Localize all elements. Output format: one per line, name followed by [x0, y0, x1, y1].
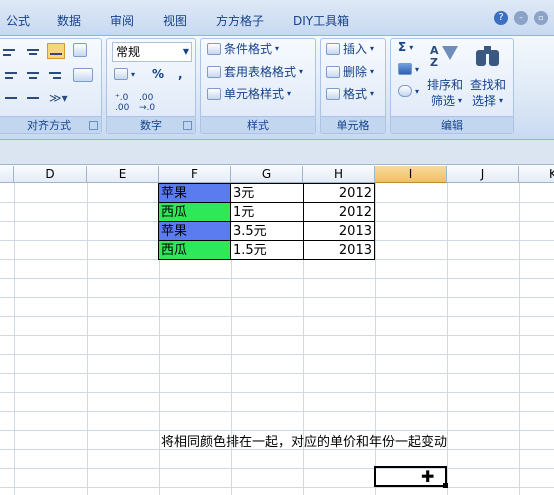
fill-down-icon	[398, 63, 412, 75]
conditional-format-label: 条件格式	[224, 42, 273, 56]
cell-fruit[interactable]: 西瓜	[158, 240, 231, 260]
column-header-k[interactable]: K	[519, 166, 554, 183]
comma-label: ,	[178, 67, 183, 81]
active-cell-selection[interactable]	[374, 466, 447, 487]
tab-fangfange[interactable]: 方方格子	[216, 12, 264, 29]
number-launcher-icon[interactable]	[183, 121, 192, 130]
wrap-text-icon[interactable]: ≫▾	[49, 91, 68, 105]
binoculars-icon[interactable]	[475, 44, 501, 68]
cell-year[interactable]: 2013	[303, 221, 375, 241]
instruction-note: 将相同颜色排在一起，对应的单价和年份一起变动	[161, 435, 448, 450]
sort-filter-label-1[interactable]: 排序和	[427, 76, 463, 93]
cell-price[interactable]: 1.5元	[230, 240, 304, 260]
insert-icon	[326, 42, 340, 55]
restore-icon[interactable]: ▫	[534, 11, 548, 25]
cell-year[interactable]: 2013	[303, 240, 375, 260]
cell-price[interactable]: 3元	[230, 183, 304, 203]
format-as-table-button[interactable]: 套用表格格式 ▾	[207, 63, 303, 80]
editing-group-label: 编辑	[391, 116, 513, 133]
table-icon	[207, 65, 221, 78]
format-button[interactable]: 格式 ▾	[326, 85, 374, 102]
format-icon	[326, 87, 340, 100]
sort-filter-label-2: 筛选	[431, 94, 456, 108]
cell-fruit[interactable]: 苹果	[158, 221, 231, 241]
alignment-group-label: 对齐方式	[0, 116, 101, 133]
cells-group-label: 单元格	[321, 116, 385, 133]
column-header-f[interactable]: F	[159, 166, 231, 183]
number-format-select[interactable]: 常规 ▼	[112, 42, 192, 62]
sort-filter-icon[interactable]: A Z	[430, 42, 460, 72]
column-header-h[interactable]: H	[303, 166, 375, 183]
number-group-label: 数字	[107, 116, 195, 133]
increase-decimal-button[interactable]: ⁺.0.00	[115, 93, 129, 113]
currency-icon	[114, 68, 128, 80]
format-label: 格式	[343, 87, 368, 101]
comma-button[interactable]: ,	[178, 67, 183, 81]
insert-button[interactable]: 插入 ▾	[326, 40, 374, 57]
percent-button[interactable]: %	[152, 67, 164, 81]
merge-center-icon[interactable]	[73, 68, 93, 82]
autosum-button[interactable]: Σ ▾	[398, 40, 413, 54]
find-select-label-1[interactable]: 查找和	[470, 76, 506, 93]
cell-year[interactable]: 2012	[303, 202, 375, 222]
eraser-icon	[398, 85, 412, 97]
cursor-cross-icon: ✚	[421, 467, 435, 486]
cell-styles-icon	[207, 87, 221, 100]
insert-label: 插入	[343, 42, 368, 56]
minimize-icon[interactable]: –	[514, 11, 528, 25]
column-header-e[interactable]: E	[87, 166, 159, 183]
conditional-format-icon	[207, 42, 221, 55]
find-select-button[interactable]: 选择 ▾	[472, 92, 503, 109]
column-header-g[interactable]: G	[231, 166, 303, 183]
fill-button[interactable]: ▾	[398, 63, 419, 75]
clear-button[interactable]: ▾	[398, 85, 419, 97]
fill-handle[interactable]	[443, 483, 448, 488]
column-header-i[interactable]: I	[375, 166, 447, 183]
alignment-group: ≫▾ 对齐方式	[0, 38, 102, 134]
cell-year[interactable]: 2012	[303, 183, 375, 203]
currency-button[interactable]: ▾	[114, 68, 135, 80]
tab-review[interactable]: 审阅	[110, 12, 134, 29]
sort-filter-button[interactable]: 筛选 ▾	[431, 92, 462, 109]
column-header-d[interactable]: D	[14, 166, 87, 183]
decrease-decimal-button[interactable]: .00 →.0	[139, 93, 155, 113]
delete-button[interactable]: 删除 ▾	[326, 63, 374, 80]
corner-header	[0, 166, 14, 183]
orientation-icon[interactable]	[73, 43, 87, 57]
column-header-j[interactable]: J	[447, 166, 519, 183]
format-as-table-label: 套用表格格式	[224, 65, 297, 79]
tab-data[interactable]: 数据	[57, 12, 81, 29]
cell-price[interactable]: 3.5元	[230, 221, 304, 241]
formula-bar-area	[0, 140, 554, 165]
chevron-down-icon: ▼	[182, 47, 189, 56]
align-bottom-button[interactable]	[47, 43, 65, 59]
cell-price[interactable]: 1元	[230, 202, 304, 222]
styles-group-label: 样式	[201, 116, 315, 133]
conditional-format-button[interactable]: 条件格式 ▾	[207, 40, 279, 57]
find-select-label-2: 选择	[472, 94, 497, 108]
delete-icon	[326, 65, 340, 78]
tab-diy-toolbox[interactable]: DIY工具箱	[293, 12, 349, 29]
help-icon[interactable]: ?	[494, 11, 508, 25]
delete-label: 删除	[343, 65, 368, 79]
tab-view[interactable]: 视图	[163, 12, 187, 29]
cell-fruit[interactable]: 苹果	[158, 183, 231, 203]
ribbon-tab-bar: 公式 数据 审阅 视图 方方格子 DIY工具箱 ? – ▫	[0, 0, 554, 36]
cell-styles-label: 单元格样式	[224, 87, 285, 101]
sigma-icon: Σ	[398, 40, 407, 54]
percent-label: %	[152, 67, 165, 81]
alignment-launcher-icon[interactable]	[89, 121, 98, 130]
number-format-value: 常规	[116, 45, 141, 59]
cell-fruit[interactable]: 西瓜	[158, 202, 231, 222]
cell-styles-button[interactable]: 单元格样式 ▾	[207, 85, 291, 102]
tab-formulas[interactable]: 公式	[6, 12, 30, 29]
